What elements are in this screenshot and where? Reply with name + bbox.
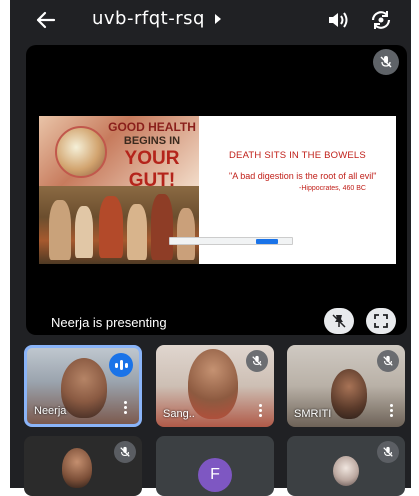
participant-tile[interactable]: [287, 436, 405, 496]
stop-sharing-button: [256, 239, 278, 244]
participant-tile[interactable]: F: [156, 436, 274, 496]
more-options-icon[interactable]: [390, 404, 393, 417]
meeting-code-button[interactable]: uvb-rfqt-rsq: [92, 8, 221, 29]
unpin-button[interactable]: [324, 308, 354, 334]
participant-video: [61, 358, 107, 418]
back-arrow-icon[interactable]: [32, 6, 60, 34]
participant-video: [333, 456, 359, 486]
participant-tile[interactable]: SMRITI: [287, 345, 405, 427]
participant-tile[interactable]: Neerja: [24, 345, 142, 427]
slide-title: DEATH SITS IN THE BOWELS: [229, 150, 366, 161]
slide-quote: "A bad digestion is the root of all evil…: [229, 171, 377, 181]
avatar: F: [198, 458, 232, 492]
participant-video: [62, 448, 92, 488]
participant-tile[interactable]: [24, 436, 142, 496]
more-options-icon[interactable]: [124, 401, 127, 414]
meet-app: uvb-rfqt-rsq GOOD HEALTH BEGINS IN YOUR …: [10, 0, 411, 496]
food-plate-image: [55, 126, 107, 178]
participant-video: [188, 349, 238, 419]
participant-name: Neerja: [34, 405, 67, 417]
participant-name: Sang..: [163, 408, 195, 420]
mic-off-icon: [373, 49, 399, 75]
historical-painting-image: [39, 186, 199, 264]
top-bar: uvb-rfqt-rsq: [10, 0, 411, 40]
more-options-icon[interactable]: [259, 404, 262, 417]
participant-tile[interactable]: Sang..: [156, 345, 274, 427]
meeting-code: uvb-rfqt-rsq: [92, 8, 205, 29]
mic-off-icon: [377, 350, 399, 372]
participant-video: [331, 369, 367, 419]
mic-off-icon: [246, 350, 268, 372]
speaking-indicator-icon: [109, 353, 133, 377]
headline-line-1: GOOD HEALTH: [108, 120, 196, 134]
slide-attribution: -Hippocrates, 460 BC: [299, 185, 366, 192]
screen-share-notice-bar: [169, 237, 293, 245]
slide-text-panel: DEATH SITS IN THE BOWELS "A bad digestio…: [229, 150, 389, 192]
presenting-status: Neerja is presenting: [51, 315, 167, 330]
participant-name: SMRITI: [294, 408, 332, 420]
gut-illustration: GOOD HEALTH BEGINS IN YOUR GUT!: [39, 116, 199, 191]
switch-camera-icon[interactable]: [368, 8, 394, 32]
headline-line-2: BEGINS IN: [123, 135, 181, 147]
speaker-icon[interactable]: [326, 8, 352, 32]
slide-headline: GOOD HEALTH BEGINS IN YOUR GUT!: [105, 120, 199, 192]
presentation-tile[interactable]: GOOD HEALTH BEGINS IN YOUR GUT! DEATH SI…: [26, 45, 407, 335]
fullscreen-button[interactable]: [366, 308, 396, 334]
mic-off-icon: [114, 441, 136, 463]
shared-slide: GOOD HEALTH BEGINS IN YOUR GUT! DEATH SI…: [39, 116, 396, 264]
mic-off-icon: [377, 441, 399, 463]
chevron-right-icon: [214, 13, 221, 24]
